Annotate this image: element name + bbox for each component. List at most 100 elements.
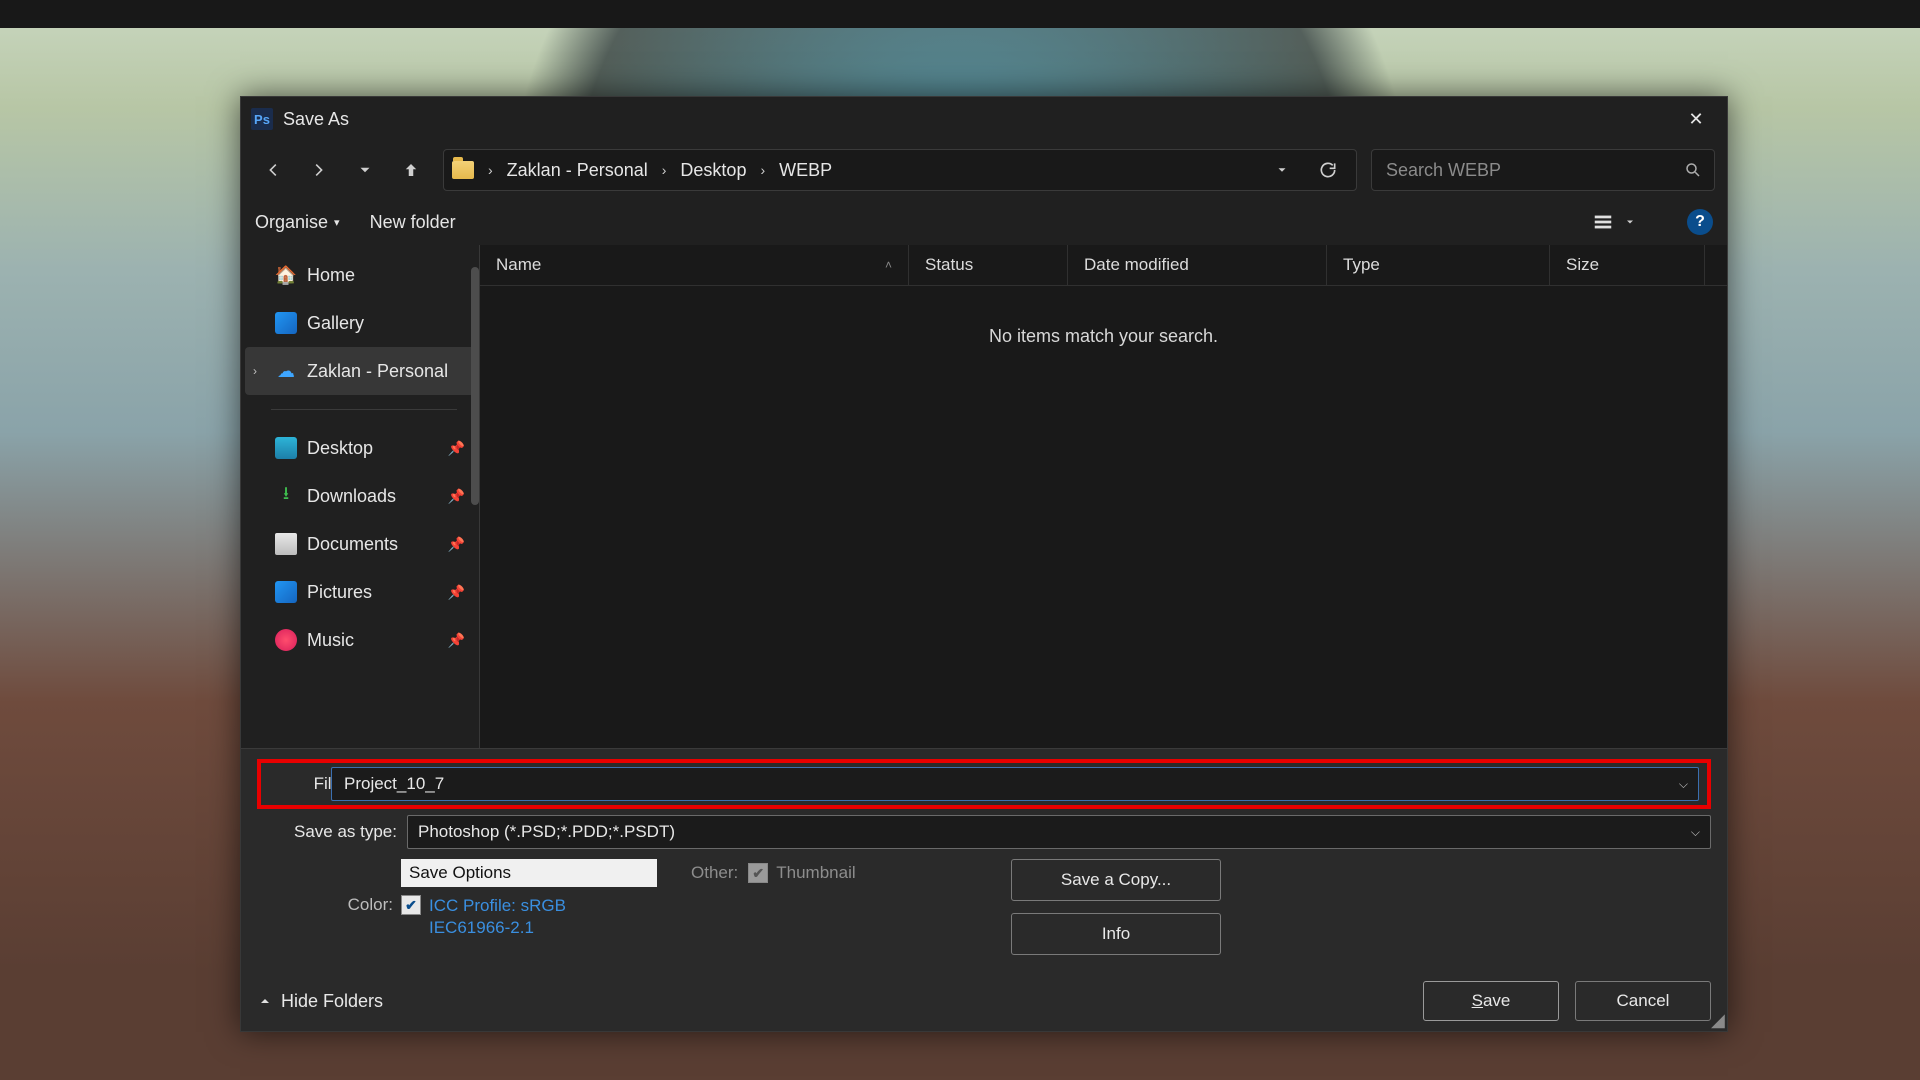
saveastype-combobox[interactable]: Photoshop (*.PSD;*.PDD;*.PSDT) ⌵ xyxy=(407,815,1711,849)
dialog-footer: Hide Folders Save Cancel xyxy=(257,955,1711,1021)
sidebar-item-downloads[interactable]: ⭳ Downloads 📌 xyxy=(241,472,479,520)
sidebar-divider xyxy=(271,409,457,410)
pin-icon: 📌 xyxy=(448,632,465,649)
filename-row-highlight: File name: ⌵ xyxy=(257,759,1711,809)
sidebar-item-onedrive[interactable]: › ☁ Zaklan - Personal xyxy=(245,347,475,395)
breadcrumb-segment[interactable]: Desktop xyxy=(680,160,746,181)
empty-list-message: No items match your search. xyxy=(480,286,1727,347)
sidebar-item-gallery[interactable]: Gallery xyxy=(241,299,479,347)
resize-grip[interactable]: ◢ xyxy=(1711,1015,1725,1029)
sidebar-item-desktop[interactable]: Desktop 📌 xyxy=(241,424,479,472)
search-icon xyxy=(1684,161,1702,179)
new-folder-button[interactable]: New folder xyxy=(370,212,456,233)
music-icon xyxy=(275,629,297,651)
app-top-border xyxy=(0,0,1920,28)
main-area: 🏠 Home Gallery › ☁ Zaklan - Personal Des… xyxy=(241,245,1727,748)
view-options-dropdown[interactable] xyxy=(1621,206,1639,238)
column-header-date[interactable]: Date modified xyxy=(1068,245,1327,285)
photoshop-icon: Ps xyxy=(251,108,273,130)
chevron-right-icon[interactable]: › xyxy=(253,364,257,378)
forward-button[interactable] xyxy=(299,150,339,190)
breadcrumb-segment[interactable]: Zaklan - Personal xyxy=(507,160,648,181)
save-button[interactable]: Save xyxy=(1423,981,1559,1021)
dialog-title: Save As xyxy=(283,109,349,130)
sidebar-item-label: Downloads xyxy=(307,486,396,507)
chevron-up-icon xyxy=(257,993,273,1009)
recent-locations-button[interactable] xyxy=(345,150,385,190)
chevron-right-icon: › xyxy=(654,162,675,178)
icc-profile-checkbox[interactable]: ✔ xyxy=(401,895,421,915)
chevron-down-icon[interactable]: ⌵ xyxy=(1691,825,1700,840)
pin-icon: 📌 xyxy=(448,440,465,457)
chevron-down-icon[interactable]: ⌵ xyxy=(1679,777,1688,792)
refresh-button[interactable] xyxy=(1308,150,1348,190)
sidebar-item-home[interactable]: 🏠 Home xyxy=(241,251,479,299)
column-label: Name xyxy=(496,255,541,275)
save-as-type-row: Save as type: Photoshop (*.PSD;*.PDD;*.P… xyxy=(257,815,1711,849)
icc-profile-link[interactable]: ICC Profile: sRGB IEC61966-2.1 xyxy=(429,895,566,939)
column-header-name[interactable]: Name ˄ xyxy=(480,245,909,285)
view-options-button[interactable] xyxy=(1587,206,1619,238)
save-options-header: Save Options xyxy=(401,859,657,887)
sidebar-item-label: Home xyxy=(307,265,355,286)
hide-folders-toggle[interactable]: Hide Folders xyxy=(257,991,383,1012)
pin-icon: 📌 xyxy=(448,488,465,505)
desktop-icon xyxy=(275,437,297,459)
address-history-dropdown[interactable] xyxy=(1262,150,1302,190)
chevron-right-icon: › xyxy=(480,162,501,178)
other-label: Other: xyxy=(691,863,738,883)
gallery-icon xyxy=(275,312,297,334)
column-headers: Name ˄ Status Date modified Type Size xyxy=(480,245,1727,286)
saveastype-value: Photoshop (*.PSD;*.PDD;*.PSDT) xyxy=(418,822,1691,842)
navigation-pane: 🏠 Home Gallery › ☁ Zaklan - Personal Des… xyxy=(241,245,480,748)
filename-input[interactable] xyxy=(342,773,1679,795)
sidebar-item-label: Gallery xyxy=(307,313,364,334)
color-label: Color: xyxy=(339,895,393,915)
save-options-row: Save Options Color: ✔ ICC Profile: sRGB … xyxy=(257,859,1711,955)
file-list-area: Name ˄ Status Date modified Type Size No… xyxy=(480,245,1727,748)
folder-icon xyxy=(452,161,474,179)
sidebar-scrollbar[interactable] xyxy=(471,267,479,505)
sidebar-item-label: Zaklan - Personal xyxy=(307,361,448,382)
column-header-type[interactable]: Type xyxy=(1327,245,1550,285)
documents-icon xyxy=(275,533,297,555)
organise-menu[interactable]: Organise▾ xyxy=(255,212,340,233)
chevron-right-icon: › xyxy=(752,162,773,178)
search-box[interactable] xyxy=(1371,149,1715,191)
help-button[interactable]: ? xyxy=(1687,209,1713,235)
address-bar[interactable]: › Zaklan - Personal › Desktop › WEBP xyxy=(443,149,1357,191)
column-header-size[interactable]: Size xyxy=(1550,245,1705,285)
close-button[interactable]: ✕ xyxy=(1673,97,1719,141)
info-button[interactable]: Info xyxy=(1011,913,1221,955)
toolbar-row: Organise▾ New folder ? xyxy=(241,199,1727,245)
sidebar-item-music[interactable]: Music 📌 xyxy=(241,616,479,664)
sidebar-item-pictures[interactable]: Pictures 📌 xyxy=(241,568,479,616)
sidebar-item-documents[interactable]: Documents 📌 xyxy=(241,520,479,568)
thumbnail-label: Thumbnail xyxy=(776,863,855,883)
sidebar-item-label: Music xyxy=(307,630,354,651)
bottom-panel: File name: ⌵ Save as type: Photoshop (*.… xyxy=(241,748,1727,1031)
pin-icon: 📌 xyxy=(448,536,465,553)
thumbnail-checkbox[interactable]: ✔ xyxy=(748,863,768,883)
saveastype-label: Save as type: xyxy=(257,822,407,842)
title-bar: Ps Save As ✕ xyxy=(241,97,1727,141)
save-a-copy-button[interactable]: Save a Copy... xyxy=(1011,859,1221,901)
cloud-icon: ☁ xyxy=(275,360,297,382)
sidebar-item-label: Pictures xyxy=(307,582,372,603)
save-as-dialog: Ps Save As ✕ › Zaklan - Personal › Deskt… xyxy=(240,96,1728,1032)
home-icon: 🏠 xyxy=(275,264,297,286)
sidebar-item-label: Documents xyxy=(307,534,398,555)
sort-indicator-icon: ˄ xyxy=(885,258,892,272)
breadcrumb-segment[interactable]: WEBP xyxy=(779,160,832,181)
cancel-button[interactable]: Cancel xyxy=(1575,981,1711,1021)
back-button[interactable] xyxy=(253,150,293,190)
pictures-icon xyxy=(275,581,297,603)
search-input[interactable] xyxy=(1384,159,1684,182)
up-button[interactable] xyxy=(391,150,431,190)
column-header-status[interactable]: Status xyxy=(909,245,1068,285)
pin-icon: 📌 xyxy=(448,584,465,601)
navigation-row: › Zaklan - Personal › Desktop › WEBP xyxy=(241,141,1727,199)
download-icon: ⭳ xyxy=(275,485,297,507)
filename-combobox[interactable]: ⌵ xyxy=(331,767,1699,801)
sidebar-item-label: Desktop xyxy=(307,438,373,459)
